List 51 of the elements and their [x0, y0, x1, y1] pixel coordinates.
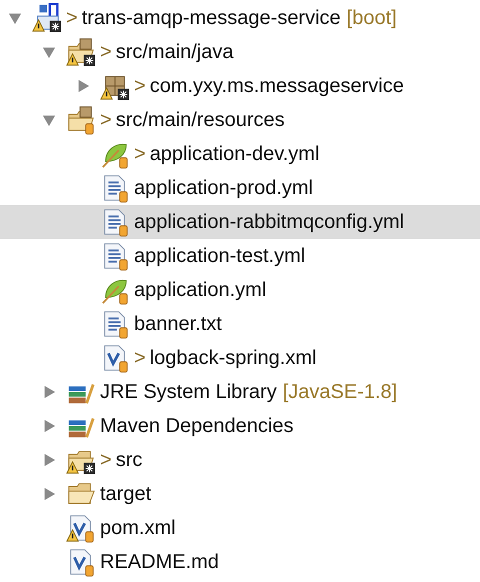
tree-item-label: com.yxy.ms.messageservice — [150, 74, 404, 98]
tree-row[interactable]: > application-dev.yml — [0, 137, 480, 171]
tree-item-label: trans-amqp-message-service — [82, 6, 341, 30]
tree-row[interactable]: README.md — [0, 545, 480, 579]
tree-row[interactable]: JRE System Library [JavaSE-1.8] — [0, 375, 480, 409]
tree-item-label: src/main/resources — [116, 108, 285, 132]
tree-item-label: target — [100, 482, 152, 506]
collapse-triangle-icon[interactable] — [42, 113, 56, 127]
tree-item-label: JRE System Library — [100, 380, 277, 404]
tree-row[interactable]: Maven Dependencies — [0, 409, 480, 443]
collapse-triangle-icon[interactable] — [8, 11, 22, 25]
tree-row[interactable]: > trans-amqp-message-service [boot] — [0, 1, 480, 35]
tree-row[interactable]: > com.yxy.ms.messageservice — [0, 69, 480, 103]
tree-item-label: banner.txt — [134, 312, 222, 336]
expand-triangle-icon[interactable] — [42, 453, 56, 467]
tree-row[interactable]: > src/main/resources — [0, 103, 480, 137]
tree-row[interactable]: > src/main/java — [0, 35, 480, 69]
changed-marker: > — [100, 108, 112, 132]
tree-row[interactable]: pom.xml — [0, 511, 480, 545]
tree-item-decoration: [boot] — [346, 6, 397, 30]
expand-triangle-icon[interactable] — [42, 419, 56, 433]
tree-item-label: application.yml — [134, 278, 266, 302]
tree-item-label: src/main/java — [116, 40, 234, 64]
tree-item-label: Maven Dependencies — [100, 414, 294, 438]
tree-row[interactable]: > logback-spring.xml — [0, 341, 480, 375]
changed-marker: > — [134, 142, 146, 166]
tree-item-decoration: [JavaSE-1.8] — [282, 380, 398, 404]
tree-item-label: application-dev.yml — [150, 142, 320, 166]
tree-row[interactable]: application-prod.yml — [0, 171, 480, 205]
expand-triangle-icon[interactable] — [42, 487, 56, 501]
changed-marker: > — [134, 74, 146, 98]
changed-marker: > — [134, 346, 146, 370]
tree-item-label: logback-spring.xml — [150, 346, 316, 370]
tree-row[interactable]: application-rabbitmqconfig.yml — [0, 205, 480, 239]
tree-row[interactable]: application-test.yml — [0, 239, 480, 273]
expand-triangle-icon[interactable] — [76, 79, 90, 93]
tree-item-label: application-prod.yml — [134, 176, 313, 200]
collapse-triangle-icon[interactable] — [42, 45, 56, 59]
changed-marker: > — [100, 448, 112, 472]
tree-item-label: application-test.yml — [134, 244, 306, 268]
changed-marker: > — [66, 6, 78, 30]
tree-row[interactable]: target — [0, 477, 480, 511]
tree-item-label: application-rabbitmqconfig.yml — [134, 210, 404, 234]
tree-row[interactable]: > src — [0, 443, 480, 477]
expand-triangle-icon[interactable] — [42, 385, 56, 399]
tree-row[interactable]: application.yml — [0, 273, 480, 307]
tree-row[interactable]: banner.txt — [0, 307, 480, 341]
tree-item-label: src — [116, 448, 142, 472]
tree-item-label: README.md — [100, 550, 219, 574]
changed-marker: > — [100, 40, 112, 64]
tree-item-label: pom.xml — [100, 516, 176, 540]
